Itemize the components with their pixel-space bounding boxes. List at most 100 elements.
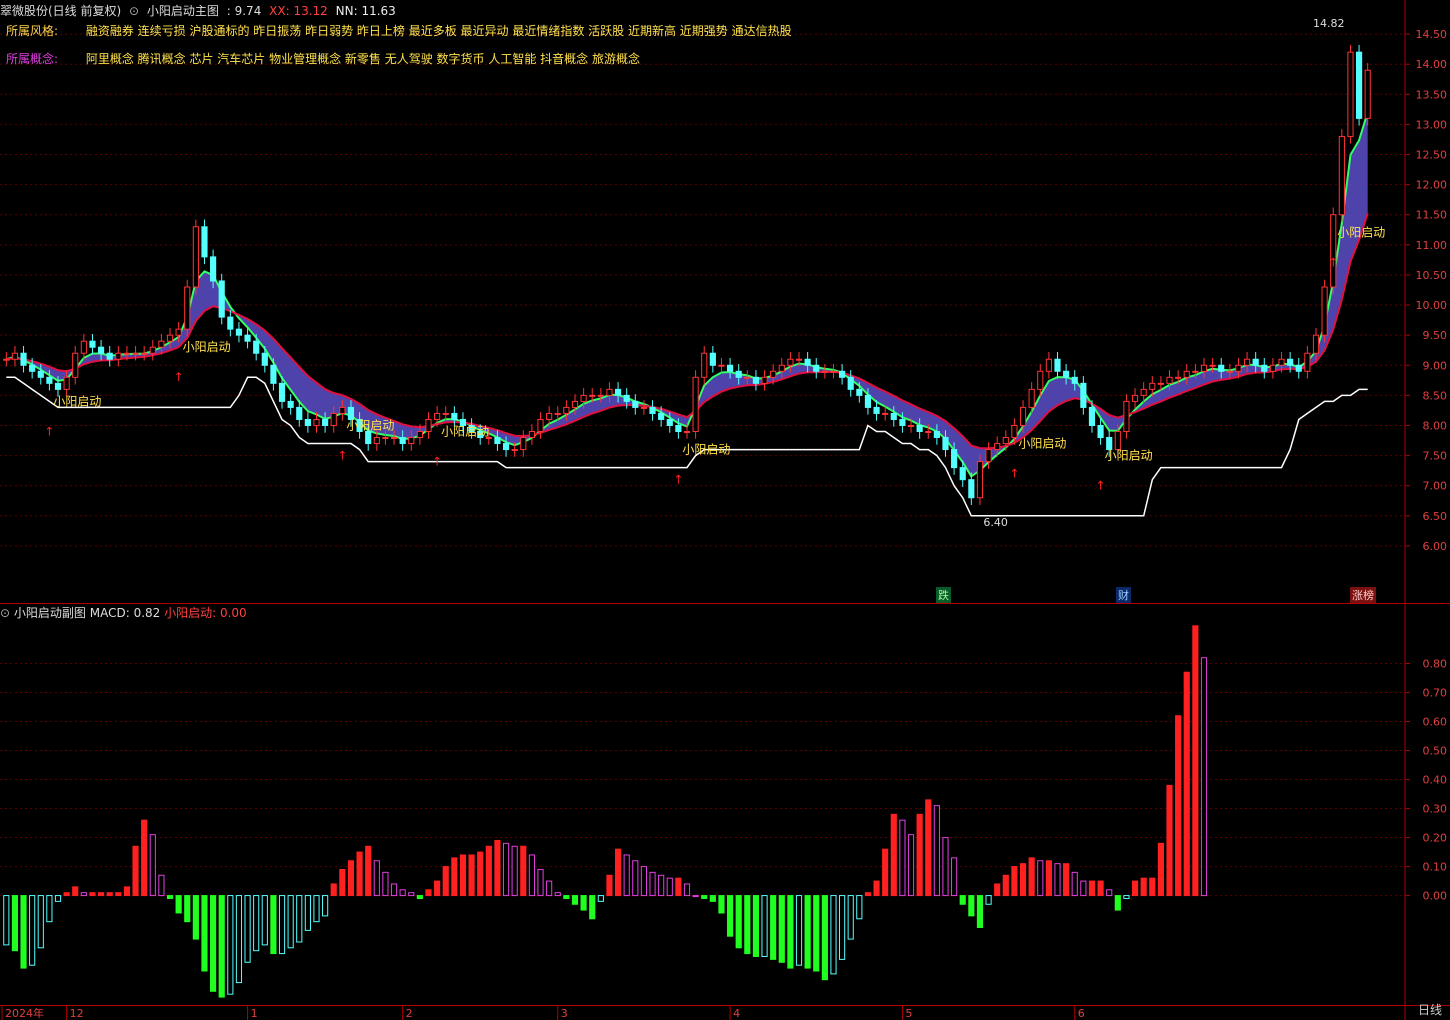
candle-body <box>951 449 958 469</box>
stock-title[interactable]: 翠微股份(日线 前复权) <box>0 4 121 18</box>
macd-bar <box>494 839 501 897</box>
price-tick-label: 6.50 <box>1423 510 1448 523</box>
macd-bar <box>468 854 475 897</box>
candle-body <box>537 418 544 433</box>
macd-bar <box>951 857 958 897</box>
macd-bar <box>253 895 260 952</box>
candle-body <box>253 340 260 354</box>
ma-ribbon-fill <box>6 112 1368 477</box>
macd-bar <box>787 895 794 969</box>
candle-body <box>735 370 742 378</box>
macd-bar <box>330 883 337 897</box>
candle-body <box>1347 51 1354 137</box>
macd-bar <box>632 860 639 897</box>
candle-body <box>520 437 527 451</box>
macd-bar <box>882 848 889 897</box>
candle-body <box>830 370 837 373</box>
style-row: 所属风格: 融资融券 连续亏损 沪股通标的 昨日振荡 昨日弱势 昨日上榜 最近多… <box>6 22 792 39</box>
candle-body <box>1149 382 1156 390</box>
chart-canvas: 6.006.507.007.508.008.509.009.5010.0010.… <box>0 0 1450 1020</box>
price-tick-label: 9.50 <box>1423 329 1448 342</box>
macd-bar <box>1028 857 1035 897</box>
candle-body <box>1235 364 1242 372</box>
nn-value: NN: 11.63 <box>335 4 396 18</box>
chevron-down-icon[interactable]: ⊙ <box>0 606 10 620</box>
candle-body <box>899 418 906 426</box>
candle-body <box>1054 358 1061 372</box>
macd-bar <box>554 892 561 897</box>
macd-bar <box>1002 874 1009 897</box>
macd-bar <box>3 895 10 946</box>
indicator-name[interactable]: 小阳启动主图 <box>147 4 219 18</box>
candle-body <box>1269 364 1276 372</box>
macd-bar <box>1140 877 1147 897</box>
period-label[interactable]: 日线 <box>1418 1001 1442 1018</box>
candle-body <box>1364 69 1371 119</box>
candle-body <box>416 431 423 439</box>
macd-bar <box>1183 671 1190 897</box>
style-label: 所属风格: <box>6 24 59 38</box>
macd-bar <box>149 834 156 897</box>
candle-body <box>718 364 725 367</box>
candle-body <box>632 400 639 408</box>
start-signal-label: 小阳启动 <box>1105 449 1153 463</box>
candle-body <box>339 406 346 414</box>
candle-body <box>158 340 165 348</box>
macd-bar <box>63 892 70 897</box>
candle-body <box>373 437 380 445</box>
price-tick-label: 7.00 <box>1423 480 1448 493</box>
macd-bar <box>416 895 423 899</box>
candle-body <box>29 364 36 372</box>
sub-indicator-name[interactable]: 小阳启动副图 <box>14 606 86 620</box>
candle-body <box>701 352 708 378</box>
macd-bar <box>98 892 105 897</box>
candle-body <box>709 352 716 366</box>
x-tick-label: 12 <box>70 1007 84 1020</box>
candle-body <box>166 334 174 342</box>
macd-bar <box>218 895 225 998</box>
candle-body <box>184 286 191 330</box>
candle-body <box>89 340 96 348</box>
macd-bar <box>192 895 199 940</box>
macd-bar <box>201 895 208 972</box>
x-tick-label: 1 <box>251 1007 258 1020</box>
macd-bar <box>175 895 182 914</box>
candle-body <box>959 467 966 481</box>
start-signal-label: 小阳启动 <box>346 418 394 432</box>
candle-body <box>864 394 872 408</box>
macd-bar <box>459 854 467 897</box>
candle-body <box>528 431 535 439</box>
low-price-label: 6.40 <box>983 516 1008 529</box>
up-arrow-icon: ↑ <box>1328 256 1338 270</box>
macd-bar <box>899 819 906 897</box>
candle-body <box>330 412 337 426</box>
candle-body <box>451 412 458 420</box>
candle-body <box>589 394 596 397</box>
candle-body <box>882 412 889 415</box>
macd-bar <box>485 845 492 897</box>
price-tick-label: 7.50 <box>1423 450 1448 463</box>
candle-body <box>1166 376 1173 384</box>
macd-bar <box>666 877 673 897</box>
tag-down[interactable]: 跌 <box>936 587 951 603</box>
macd-bar <box>502 842 510 897</box>
candle-body <box>1183 370 1190 378</box>
candle-body <box>1131 394 1139 402</box>
tag-cai[interactable]: 财 <box>1116 587 1131 603</box>
candle-body <box>106 352 113 360</box>
candle-body <box>1218 364 1225 372</box>
candle-body <box>494 437 501 445</box>
candle-body <box>1071 376 1078 384</box>
candle-body <box>675 424 682 433</box>
macd-bar <box>718 895 725 914</box>
candle-body <box>597 394 604 397</box>
indicator-value: : 9.74 <box>226 4 262 18</box>
candle-body <box>46 376 53 384</box>
candle-body <box>752 376 760 384</box>
candle-body <box>804 358 811 366</box>
macd-bar <box>451 857 458 897</box>
macd-bar <box>1054 863 1061 897</box>
tag-up-list[interactable]: 涨榜 <box>1350 587 1376 603</box>
chevron-down-icon[interactable]: ⊙ <box>129 4 139 18</box>
candle-body <box>1088 406 1096 426</box>
